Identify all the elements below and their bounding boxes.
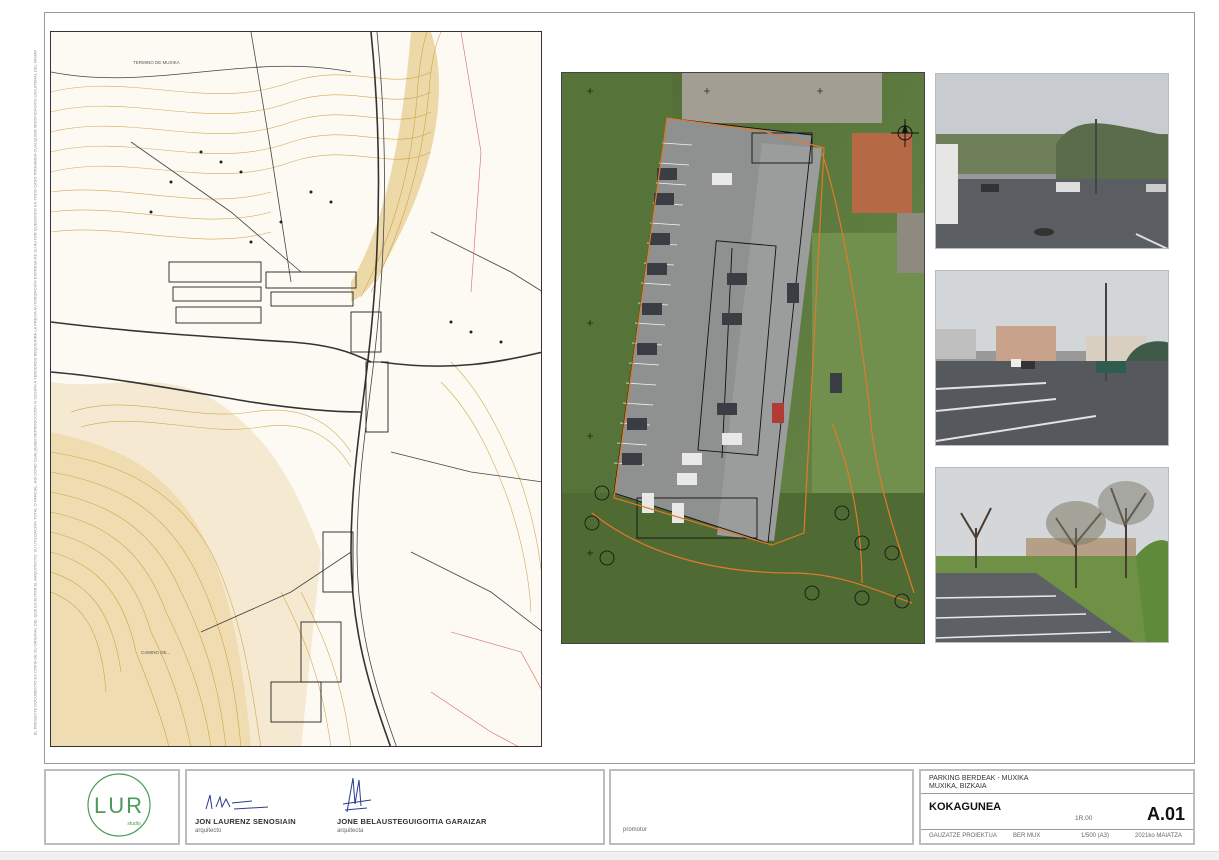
aerial-site-plan-drawing — [562, 73, 924, 643]
site-photo-1 — [935, 73, 1169, 249]
topographic-map-drawing: TERMINO DE MUXIKA CAMINO DE... — [51, 32, 541, 746]
project-phase: GAUZATZE PROIEKTUA — [929, 833, 997, 839]
project-location: MUXIKA, BIZKAIA — [929, 783, 987, 790]
signature-2 — [342, 777, 372, 813]
title-block-signatures: JON LAURENZ SENOSIAIN arquitecto JONE BE… — [185, 769, 605, 845]
map-label-top: TERMINO DE MUXIKA — [133, 60, 180, 65]
architect-2-role: arquitecta — [337, 828, 364, 834]
architect-1-name: JON LAURENZ SENOSIAIN — [195, 817, 296, 826]
logo-text: LUR — [94, 793, 144, 818]
signature-1 — [205, 794, 269, 810]
architect-1-role: arquitecto — [195, 828, 222, 834]
vertical-copyright-text: EL PRESENTE DOCUMENTO ES COPIA DE SU ORI… — [32, 49, 38, 736]
topographic-map: TERMINO DE MUXIKA CAMINO DE... — [50, 31, 542, 747]
project-date: 2021ko MAIATZA — [1135, 833, 1182, 839]
site-photo-2 — [935, 270, 1169, 446]
architect-2-name: JONE BELAUSTEGUIGOITIA GARAIZAR — [337, 817, 487, 826]
project-code: BER MUX — [1013, 833, 1041, 839]
sheet-number: A.01 — [1146, 804, 1185, 824]
site-photo-3 — [935, 467, 1169, 643]
drawing-scale: 1/500 (A3) — [1081, 833, 1110, 839]
aerial-site-plan — [561, 72, 925, 644]
title-block-promotor: promotor — [609, 769, 914, 845]
sheet-title: KOKAGUNEA — [929, 801, 1002, 813]
project-title: PARKING BERDEAK - MUXIKA — [929, 775, 1029, 782]
title-block-logo: LUR studio — [44, 769, 180, 845]
logo-subtext: studio — [127, 821, 141, 827]
revision: 1R.00 — [1075, 815, 1093, 822]
vertical-copyright-note: EL PRESENTE DOCUMENTO ES COPIA DE SU ORI… — [30, 30, 40, 760]
title-block-project-info: PARKING BERDEAK - MUXIKA MUXIKA, BIZKAIA… — [919, 769, 1195, 845]
lur-studio-logo: LUR studio — [87, 773, 151, 837]
map-label-lower: CAMINO DE... — [141, 650, 170, 655]
promotor-label: promotor — [623, 827, 648, 833]
